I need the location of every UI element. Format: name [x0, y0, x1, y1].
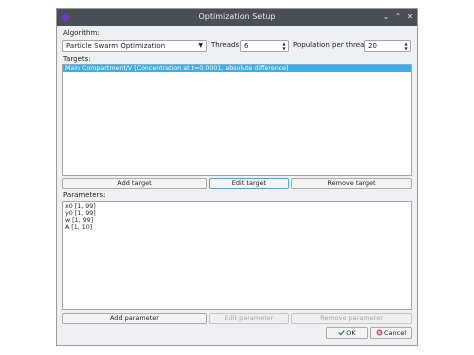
edit-parameter-button: Edit parameter: [209, 313, 289, 324]
threads-spinbox[interactable]: 6 ▲ ▼: [240, 40, 289, 52]
maximize-icon[interactable]: ⌃: [393, 12, 403, 22]
population-label: Population per thread:: [293, 41, 372, 49]
algorithm-selected-value: Particle Swarm Optimization: [66, 42, 166, 50]
targets-label: Targets:: [63, 55, 91, 63]
checkmark-icon: [338, 329, 346, 336]
parameter-item[interactable]: A [1, 10]: [63, 224, 411, 231]
window-title: Optimization Setup: [198, 12, 276, 21]
spin-arrows-icon[interactable]: ▲ ▼: [403, 41, 409, 51]
chevron-down-icon: ▼: [198, 42, 203, 49]
targets-list[interactable]: Main Compartment/V [Concentration at t=0…: [62, 64, 412, 176]
algorithm-label: Algorithm:: [63, 29, 100, 37]
minimize-icon[interactable]: ⌄: [381, 12, 391, 22]
optimization-setup-dialog: Optimization Setup ⌄ ⌃ ✕ Algorithm: Part…: [56, 8, 418, 346]
threads-label: Threads:: [211, 41, 242, 49]
spin-arrows-icon[interactable]: ▲ ▼: [281, 41, 287, 51]
population-spinbox[interactable]: 20 ▲ ▼: [364, 40, 411, 52]
edit-target-button[interactable]: Edit target: [209, 178, 289, 189]
parameters-label: Parameters:: [63, 191, 106, 199]
cancel-icon: [376, 329, 383, 336]
add-target-button[interactable]: Add target: [62, 178, 207, 189]
threads-value: 6: [244, 42, 249, 50]
title-bar[interactable]: Optimization Setup ⌄ ⌃ ✕: [57, 9, 417, 26]
parameter-item[interactable]: x0 [1, 99]: [63, 203, 411, 210]
remove-target-button[interactable]: Remove target: [291, 178, 412, 189]
close-icon[interactable]: ✕: [405, 12, 415, 22]
target-item[interactable]: Main Compartment/V [Concentration at t=0…: [63, 65, 411, 72]
remove-parameter-button: Remove parameter: [291, 313, 412, 324]
algorithm-select[interactable]: Particle Swarm Optimization ▼: [62, 40, 207, 52]
parameter-item[interactable]: w [1, 99]: [63, 217, 411, 224]
add-parameter-button[interactable]: Add parameter: [62, 313, 207, 324]
ok-button-label: OK: [346, 329, 356, 337]
parameters-list[interactable]: x0 [1, 99] y0 [1, 99] w [1, 99] A [1, 10…: [62, 201, 412, 310]
cancel-button-label: Cancel: [383, 329, 407, 337]
parameter-item[interactable]: y0 [1, 99]: [63, 210, 411, 217]
cancel-button[interactable]: Cancel: [370, 327, 412, 339]
ok-button[interactable]: OK: [326, 327, 368, 339]
population-value: 20: [368, 42, 377, 50]
